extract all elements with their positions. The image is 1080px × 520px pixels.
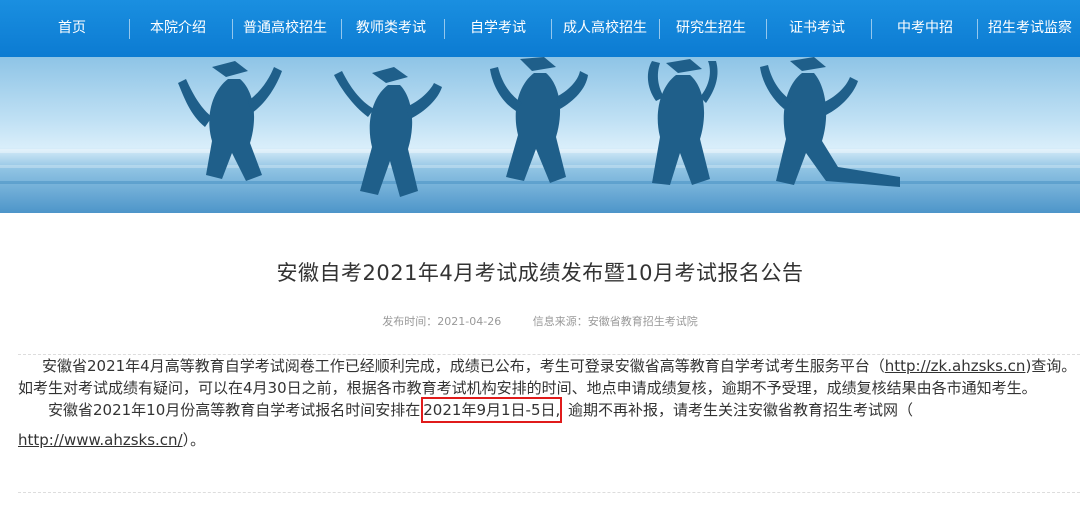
article-body: 安徽省2021年4月高等教育自学考试阅卷工作已经顺利完成，成绩已公布，考生可登录… — [18, 355, 1080, 451]
paragraph-text: 安徽省2021年4月高等教育自学考试阅卷工作已经顺利完成，成绩已公布，考生可登录… — [42, 357, 885, 375]
nav-separator — [551, 19, 552, 39]
nav-supervision[interactable]: 招生考试监察 — [988, 0, 1072, 57]
nav-teacher-exam[interactable]: 教师类考试 — [356, 0, 426, 57]
nav-graduate-admission[interactable]: 研究生招生 — [676, 0, 746, 57]
nav-separator — [766, 19, 767, 39]
nav-home[interactable]: 首页 — [58, 0, 86, 57]
graduates-silhouette-icon — [0, 57, 1080, 197]
nav-middle-school[interactable]: 中考中招 — [897, 0, 953, 57]
info-source: 信息来源：安徽省教育招生考试院 — [532, 315, 698, 328]
paragraph-registration-cont: http://www.ahzsks.cn/）。 — [18, 429, 1080, 451]
article-meta: 发布时间：2021-04-26 信息来源：安徽省教育招生考试院 — [0, 313, 1080, 329]
paragraph-text: 逾期不再补报，请考生关注安徽省教育招生考试网（ — [563, 401, 914, 419]
paragraph-text: 安徽省2021年10月份高等教育自学考试报名时间安排在 — [48, 401, 421, 419]
publish-time: 发布时间：2021-04-26 — [382, 315, 502, 328]
nav-separator — [444, 19, 445, 39]
nav-separator — [871, 19, 872, 39]
nav-separator — [341, 19, 342, 39]
content-divider — [18, 492, 1080, 493]
nav-separator — [659, 19, 660, 39]
nav-certificate-exam[interactable]: 证书考试 — [789, 0, 845, 57]
highlighted-registration-date: 2021年9月1日-5日, — [421, 397, 563, 423]
exam-website-link[interactable]: http://www.ahzsks.cn/ — [18, 431, 183, 449]
self-study-platform-link[interactable]: http://zk.ahzsks.cn — [885, 357, 1026, 375]
paragraph-scores: 安徽省2021年4月高等教育自学考试阅卷工作已经顺利完成，成绩已公布，考生可登录… — [18, 355, 1080, 399]
nav-separator — [129, 19, 130, 39]
paragraph-text: ）。 — [182, 431, 206, 449]
nav-separator — [232, 19, 233, 39]
nav-separator — [977, 19, 978, 39]
nav-about[interactable]: 本院介绍 — [150, 0, 206, 57]
top-nav: 首页 本院介绍 普通高校招生 教师类考试 自学考试 成人高校招生 研究生招生 证… — [0, 0, 1080, 57]
nav-self-study-exam[interactable]: 自学考试 — [470, 0, 526, 57]
nav-college-admission[interactable]: 普通高校招生 — [243, 0, 327, 57]
nav-adult-admission[interactable]: 成人高校招生 — [563, 0, 647, 57]
paragraph-registration: 安徽省2021年10月份高等教育自学考试报名时间安排在 2021年9月1日-5日,… — [18, 397, 1080, 423]
article-title: 安徽自考2021年4月考试成绩发布暨10月考试报名公告 — [276, 261, 804, 285]
banner-graduates-icon — [0, 57, 1080, 213]
